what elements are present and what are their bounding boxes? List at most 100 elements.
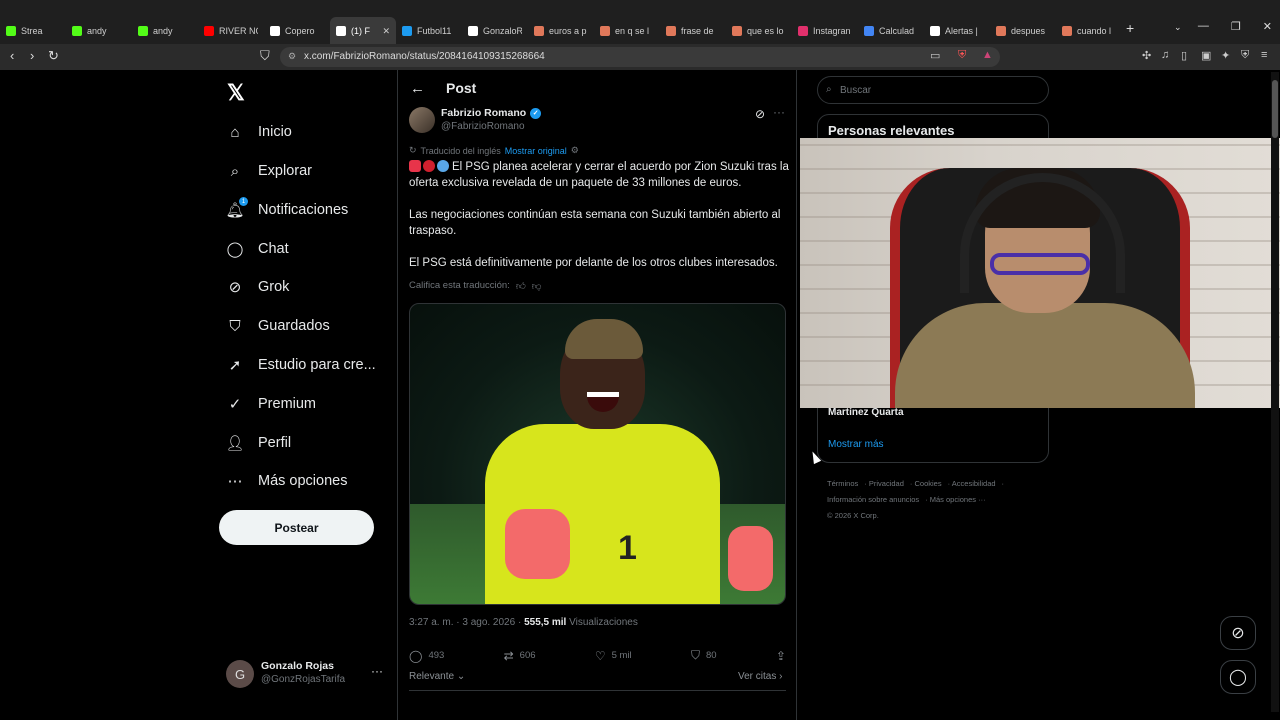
- scrollbar-thumb[interactable]: [1272, 80, 1278, 138]
- tab-title: cuando l: [1077, 26, 1112, 36]
- relevant-person-name[interactable]: Martínez Quarta: [828, 407, 904, 418]
- share-button[interactable]: ⇪: [776, 648, 786, 663]
- messages-fab-button[interactable]: ◯: [1220, 660, 1256, 694]
- rocket-icon: ➚: [228, 357, 242, 374]
- post-button[interactable]: Postear: [219, 510, 374, 545]
- nav-item-grok[interactable]: ⊘ Grok: [226, 275, 290, 299]
- url-field[interactable]: ⚙ x.com/FabrizioRomano/status/2084164109…: [280, 47, 1000, 67]
- like-button[interactable]: ♡ 5 mil: [595, 648, 632, 663]
- browser-tab[interactable]: que es lo: [726, 17, 792, 45]
- bookmark-page-icon[interactable]: ⛉: [260, 48, 270, 64]
- account-switcher[interactable]: G Gonzalo Rojas @GonzRojasTarifa ···: [226, 658, 386, 690]
- nav-item-más-opciones[interactable]: ⋯ Más opciones: [226, 469, 348, 493]
- show-more-link[interactable]: Mostrar más: [828, 439, 884, 450]
- reply-sort-dropdown[interactable]: Relevante ⌄: [409, 671, 465, 682]
- extensions-icon[interactable]: ✣: [1142, 49, 1151, 62]
- nav-item-premium[interactable]: ✓ Premium: [226, 392, 316, 416]
- brave-rewards-icon[interactable]: ▲: [982, 49, 993, 61]
- vpn-icon[interactable]: ⛨: [1241, 49, 1249, 62]
- browser-tab[interactable]: Futbol11: [396, 17, 462, 45]
- nav-item-guardados[interactable]: ⛉ Guardados: [226, 314, 329, 338]
- tab-title: Instagran: [813, 26, 851, 36]
- browser-tab[interactable]: (1) F ✕: [330, 17, 396, 45]
- browser-tab[interactable]: andy: [66, 17, 132, 45]
- browser-tab[interactable]: cuando l: [1056, 17, 1122, 45]
- browser-tab[interactable]: Copero: [264, 17, 330, 45]
- post-more-icon[interactable]: ···: [773, 105, 785, 119]
- new-tab-button[interactable]: +: [1126, 20, 1134, 36]
- nav-item-label: Chat: [258, 241, 289, 257]
- search-input[interactable]: ⌕ Buscar: [817, 76, 1049, 104]
- brave-shield-icon[interactable]: ⛨: [958, 49, 966, 62]
- author-name[interactable]: Fabrizio Romano ✓: [441, 107, 542, 119]
- repost-button[interactable]: ⇄ 606: [504, 648, 536, 663]
- browser-tab[interactable]: Alertas |: [924, 17, 990, 45]
- author-handle[interactable]: @FabrizioRomano: [441, 121, 525, 132]
- browser-tab[interactable]: despues: [990, 17, 1056, 45]
- cast-icon[interactable]: ▭: [930, 49, 940, 62]
- leo-ai-icon[interactable]: ✦: [1221, 49, 1230, 62]
- footer-more[interactable]: Más opciones ···: [930, 495, 986, 504]
- footer-ads-info[interactable]: Información sobre anuncios: [827, 495, 919, 504]
- more-icon[interactable]: ···: [371, 664, 383, 678]
- post-image[interactable]: 1: [409, 303, 786, 605]
- browser-tab[interactable]: andy: [132, 17, 198, 45]
- bookmark-button[interactable]: ⛉ 80: [691, 648, 717, 663]
- nav-item-estudio-para-cre[interactable]: ➚ Estudio para cre...: [226, 353, 376, 377]
- like-count: 5 mil: [611, 650, 632, 661]
- reply-button[interactable]: ◯ 493: [409, 648, 444, 663]
- author-avatar[interactable]: [409, 107, 435, 133]
- wallet-icon[interactable]: ▣: [1201, 49, 1211, 62]
- browser-tab[interactable]: Calculad: [858, 17, 924, 45]
- tab-title: que es lo: [747, 26, 784, 36]
- back-icon[interactable]: ‹: [10, 48, 14, 63]
- restore-icon[interactable]: ❐: [1231, 20, 1241, 33]
- thumbs-down-icon[interactable]: 👎︎: [532, 280, 542, 292]
- browser-tab[interactable]: frase de: [660, 17, 726, 45]
- show-original-link[interactable]: Mostrar original: [505, 146, 567, 156]
- footer-terms[interactable]: Términos: [827, 479, 858, 488]
- reload-icon[interactable]: ↻: [48, 48, 59, 64]
- nav-item-chat[interactable]: ◯ Chat: [226, 237, 289, 261]
- home-icon: ⌂: [230, 123, 240, 141]
- nav-item-inicio[interactable]: ⌂ Inicio: [226, 120, 291, 144]
- nav-item-label: Notificaciones: [258, 202, 349, 218]
- sidebar-toggle-icon[interactable]: ▯: [1181, 49, 1187, 62]
- back-arrow-icon[interactable]: ←: [410, 80, 425, 97]
- tab-search-chevron-icon[interactable]: ⌄: [1174, 22, 1182, 33]
- nav-item-notificaciones[interactable]: 🔔︎ 1 Notificaciones: [225, 197, 349, 222]
- nav-item-perfil[interactable]: 👤︎ Perfil: [225, 431, 291, 455]
- verified-badge-icon: ✓: [530, 107, 542, 119]
- footer-cookies[interactable]: Cookies: [914, 479, 941, 488]
- view-quotes-link[interactable]: Ver citas ›: [738, 671, 782, 682]
- grok-explain-icon[interactable]: ⊘: [755, 107, 765, 121]
- footer-privacy[interactable]: Privacidad: [869, 479, 904, 488]
- close-window-icon[interactable]: ✕: [1263, 20, 1272, 33]
- scrollbar-track[interactable]: [1271, 72, 1279, 712]
- x-logo-icon[interactable]: 𝕏: [227, 80, 245, 106]
- close-tab-icon[interactable]: ✕: [382, 26, 390, 37]
- menu-icon[interactable]: ≡: [1261, 49, 1267, 61]
- browser-tab[interactable]: Instagran: [792, 17, 858, 45]
- heart-icon: ♡: [594, 648, 606, 663]
- nav-item-explorar[interactable]: ⌕ Explorar: [226, 159, 312, 183]
- forward-icon[interactable]: ›: [30, 48, 34, 63]
- grok-fab-button[interactable]: ⊘: [1220, 616, 1256, 650]
- chat-icon: ◯: [226, 241, 244, 258]
- thumbs-up-icon[interactable]: 👍︎: [516, 280, 526, 292]
- browser-tab[interactable]: euros a p: [528, 17, 594, 45]
- footer-accessibility[interactable]: Accesibilidad: [952, 479, 996, 488]
- post-time[interactable]: 3:27 a. m. · 3 ago. 2026 ·: [409, 617, 521, 628]
- browser-tab[interactable]: RIVER NO: [198, 17, 264, 45]
- browser-tab[interactable]: Strea: [0, 17, 66, 45]
- site-info-icon[interactable]: ⚙: [288, 51, 296, 62]
- quotes-label: Ver citas: [738, 671, 777, 682]
- tab-title: andy: [87, 26, 107, 36]
- browser-tab[interactable]: GonzaloR: [462, 17, 528, 45]
- minimize-icon[interactable]: —: [1198, 20, 1209, 33]
- browser-tab[interactable]: en q se l: [594, 17, 660, 45]
- settings-icon[interactable]: ⚙: [571, 145, 579, 156]
- post-text: El PSG planea acelerar y cerrar el acuer…: [409, 159, 789, 287]
- media-icon[interactable]: ♫: [1161, 49, 1169, 61]
- engagement-bar: ◯ 493 ⇄ 606 ♡ 5 mil ⛉ 80 ⇪: [409, 648, 786, 663]
